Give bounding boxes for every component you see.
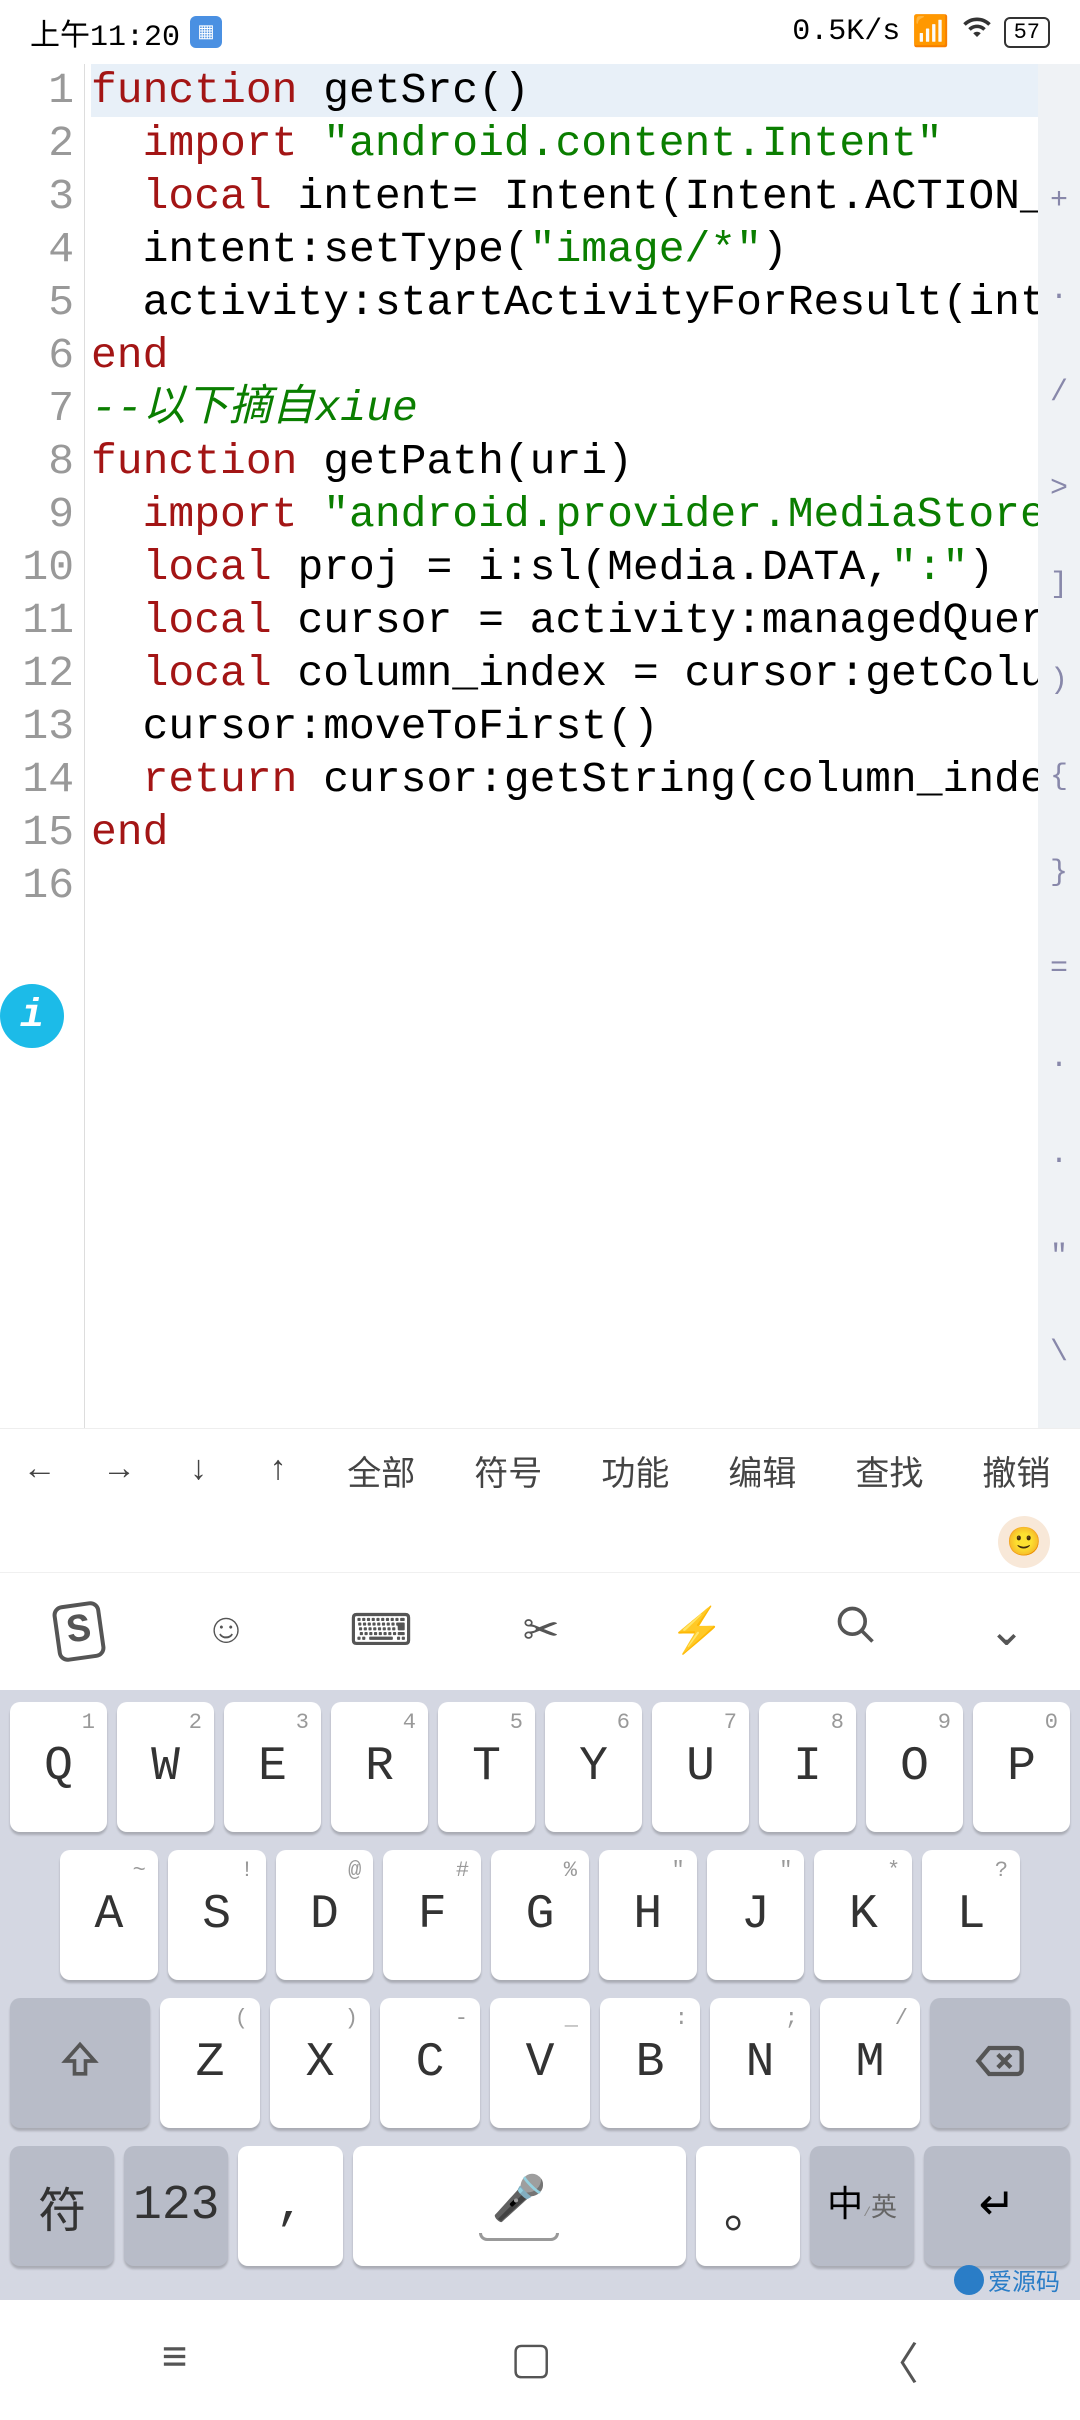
- status-bar: 上午11:20 ▦ 0.5K/s 📶 57: [0, 0, 1080, 64]
- wifi-icon: [962, 12, 992, 52]
- key-y[interactable]: 6Y: [545, 1702, 642, 1832]
- android-navbar: ≡ ▢ 〈: [0, 2300, 1080, 2420]
- comma-key[interactable]: ,: [238, 2146, 342, 2266]
- key-n[interactable]: ;N: [710, 1998, 810, 2128]
- key-e[interactable]: 3E: [224, 1702, 321, 1832]
- symbol-key[interactable]: {: [1050, 760, 1068, 794]
- key-l[interactable]: ?L: [922, 1850, 1020, 1980]
- key-v[interactable]: _V: [490, 1998, 590, 2128]
- symbol-key[interactable]: /: [1050, 376, 1068, 410]
- grid-icon: ▦: [190, 16, 222, 48]
- toolbar-item[interactable]: ↓: [176, 1452, 220, 1490]
- key-i[interactable]: 8I: [759, 1702, 856, 1832]
- number-key[interactable]: 123: [124, 2146, 228, 2266]
- key-m[interactable]: /M: [820, 1998, 920, 2128]
- symbol-key[interactable]: ]: [1050, 568, 1068, 602]
- symbol-key[interactable]: +: [1050, 184, 1068, 218]
- nav-menu-icon[interactable]: ≡: [161, 2335, 187, 2385]
- symbol-key[interactable]: \: [1050, 1336, 1068, 1370]
- key-w[interactable]: 2W: [117, 1702, 214, 1832]
- key-g[interactable]: %G: [491, 1850, 589, 1980]
- toolbar-item[interactable]: 编辑: [716, 1446, 808, 1496]
- symbol-key[interactable]: 符: [10, 2146, 114, 2266]
- nav-back-icon[interactable]: 〈: [875, 2328, 919, 2393]
- key-p[interactable]: 0P: [973, 1702, 1070, 1832]
- signal-icon: 📶: [912, 14, 949, 51]
- chevron-down-icon[interactable]: ⌄: [988, 1605, 1025, 1659]
- key-a[interactable]: ~A: [60, 1850, 158, 1980]
- key-x[interactable]: )X: [270, 1998, 370, 2128]
- toolbar-item[interactable]: 查找: [843, 1446, 935, 1496]
- battery-icon: 57: [1004, 17, 1050, 48]
- ime-avatar-icon[interactable]: 🙂: [998, 1516, 1050, 1568]
- code-area[interactable]: function getSrc() import "android.conten…: [84, 64, 1080, 1428]
- toolbar-item[interactable]: 符号: [462, 1446, 554, 1496]
- emoji-icon[interactable]: ☺: [213, 1607, 239, 1657]
- flash-icon[interactable]: ⚡: [669, 1604, 724, 1659]
- net-speed: 0.5K/s: [792, 15, 900, 49]
- scissors-icon[interactable]: ✂: [523, 1605, 560, 1659]
- symbol-key[interactable]: >: [1050, 472, 1068, 506]
- key-u[interactable]: 7U: [652, 1702, 749, 1832]
- key-d[interactable]: @D: [276, 1850, 374, 1980]
- symbol-key[interactable]: ): [1050, 664, 1068, 698]
- keyboard-suggestion-bar: 🙂: [0, 1512, 1080, 1572]
- keyboard-tool-row: S ☺ ⌨ ✂ ⚡ ⌄: [0, 1572, 1080, 1690]
- key-f[interactable]: #F: [383, 1850, 481, 1980]
- keyboard: 1Q2W3E4R5T6Y7U8I9O0P ~A!S@D#F%G"H"J*K?L …: [0, 1690, 1080, 2300]
- toolbar-item[interactable]: ↑: [256, 1452, 300, 1490]
- editor-toolbar: ← → ↓ ↑ 全部符号功能编辑查找撤销: [0, 1428, 1080, 1512]
- code-editor[interactable]: 12345678910111213141516 function getSrc(…: [0, 64, 1080, 1428]
- key-k[interactable]: *K: [814, 1850, 912, 1980]
- period-key[interactable]: 。: [696, 2146, 800, 2266]
- status-time: 上午11:20: [30, 10, 180, 55]
- info-badge-icon[interactable]: i: [0, 984, 64, 1048]
- key-r[interactable]: 4R: [331, 1702, 428, 1832]
- sogou-icon[interactable]: S: [51, 1600, 106, 1663]
- search-icon[interactable]: [834, 1603, 878, 1661]
- key-c[interactable]: -C: [380, 1998, 480, 2128]
- line-gutter: 12345678910111213141516: [0, 64, 84, 1428]
- symbol-strip[interactable]: + · / >]) {} = · · " \: [1038, 64, 1080, 1428]
- toolbar-item[interactable]: 功能: [589, 1446, 681, 1496]
- ime-switch-key[interactable]: 中/英: [810, 2146, 914, 2266]
- symbol-key[interactable]: ": [1050, 1240, 1068, 1274]
- key-t[interactable]: 5T: [438, 1702, 535, 1832]
- toolbar-item[interactable]: ←: [18, 1452, 62, 1490]
- toolbar-item[interactable]: →: [97, 1452, 141, 1490]
- toolbar-item[interactable]: 撤销: [970, 1446, 1062, 1496]
- key-q[interactable]: 1Q: [10, 1702, 107, 1832]
- symbol-key[interactable]: ·: [1050, 1048, 1068, 1082]
- key-s[interactable]: !S: [168, 1850, 266, 1980]
- backspace-key[interactable]: [930, 1998, 1070, 2128]
- space-key[interactable]: 🎤: [353, 2146, 686, 2266]
- symbol-key[interactable]: }: [1050, 856, 1068, 890]
- enter-key[interactable]: ↵: [924, 2146, 1070, 2266]
- symbol-key[interactable]: ·: [1050, 1144, 1068, 1178]
- symbol-key[interactable]: =: [1050, 952, 1068, 986]
- key-z[interactable]: (Z: [160, 1998, 260, 2128]
- key-j[interactable]: "J: [707, 1850, 805, 1980]
- nav-home-icon[interactable]: ▢: [510, 2333, 552, 2387]
- key-b[interactable]: :B: [600, 1998, 700, 2128]
- shift-key[interactable]: [10, 1998, 150, 2128]
- symbol-key[interactable]: ·: [1050, 280, 1068, 314]
- keyboard-layout-icon[interactable]: ⌨: [349, 1605, 413, 1659]
- key-o[interactable]: 9O: [866, 1702, 963, 1832]
- toolbar-item[interactable]: 全部: [335, 1446, 427, 1496]
- watermark: 爱源码: [954, 2262, 1060, 2298]
- key-h[interactable]: "H: [599, 1850, 697, 1980]
